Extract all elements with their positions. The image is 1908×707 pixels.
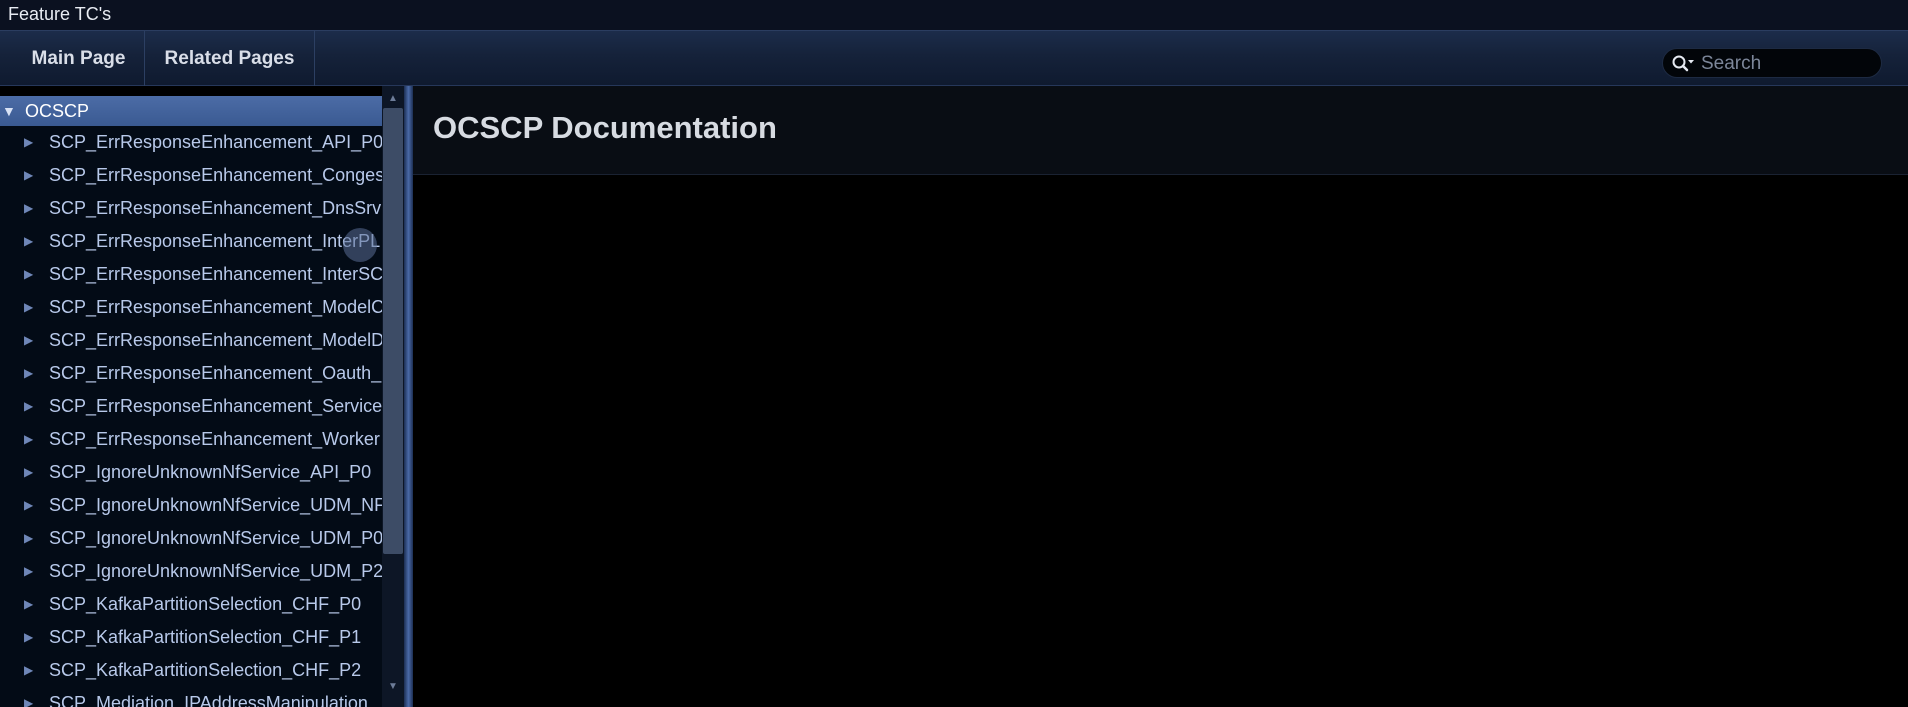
- tree-item-label: SCP_ErrResponseEnhancement_InterSC: [49, 264, 382, 284]
- expand-right-icon[interactable]: ▶: [24, 489, 33, 522]
- tree-item[interactable]: ▶ SCP_IgnoreUnknownNfService_UDM_NF: [0, 489, 382, 522]
- tree-item[interactable]: ▶ SCP_ErrResponseEnhancement_DnsSrv: [0, 192, 382, 225]
- tree-item-label: SCP_ErrResponseEnhancement_ModelD: [49, 330, 382, 350]
- tree-item[interactable]: ▶ SCP_ErrResponseEnhancement_InterSC: [0, 258, 382, 291]
- tree-item[interactable]: ▶ SCP_IgnoreUnknownNfService_UDM_P0: [0, 522, 382, 555]
- tree-item[interactable]: ▶ SCP_Mediation_IPAddressManipulation_: [0, 687, 382, 707]
- expand-right-icon[interactable]: ▶: [24, 687, 33, 707]
- tree-item[interactable]: ▶ SCP_IgnoreUnknownNfService_UDM_P2: [0, 555, 382, 588]
- tree-item[interactable]: ▶ SCP_KafkaPartitionSelection_CHF_P1: [0, 621, 382, 654]
- scrollbar-thumb[interactable]: [383, 108, 403, 554]
- tree-item-label: SCP_IgnoreUnknownNfService_UDM_P2: [49, 561, 382, 581]
- scroll-up-icon[interactable]: ▲: [387, 94, 399, 104]
- expand-right-icon[interactable]: ▶: [24, 357, 33, 390]
- tree-item-label: SCP_ErrResponseEnhancement_API_P0: [49, 132, 382, 152]
- expand-right-icon[interactable]: ▶: [24, 192, 33, 225]
- tree-item[interactable]: ▶ SCP_ErrResponseEnhancement_Oauth_: [0, 357, 382, 390]
- expand-right-icon[interactable]: ▶: [24, 390, 33, 423]
- sync-toggle-icon[interactable]: [343, 228, 377, 262]
- tree-item[interactable]: ▶ SCP_KafkaPartitionSelection_CHF_P2: [0, 654, 382, 687]
- tree-item-label: SCP_ErrResponseEnhancement_Worker: [49, 429, 380, 449]
- expand-right-icon[interactable]: ▶: [24, 621, 33, 654]
- window-title: Feature TC's: [0, 0, 1908, 30]
- expand-right-icon[interactable]: ▶: [24, 159, 33, 192]
- expand-right-icon[interactable]: ▶: [24, 258, 33, 291]
- tree-item-label: SCP_IgnoreUnknownNfService_API_P0: [49, 462, 372, 482]
- tree-item-label: SCP_ErrResponseEnhancement_DnsSrv: [49, 198, 382, 218]
- tree-item[interactable]: ▶ SCP_ErrResponseEnhancement_Worker: [0, 423, 382, 456]
- expand-down-icon[interactable]: ▼: [2, 96, 16, 126]
- tree-item-label: SCP_KafkaPartitionSelection_CHF_P0: [49, 594, 362, 614]
- sidebar-scrollbar[interactable]: ▲ ▼: [382, 86, 404, 707]
- tree-item-label: SCP_IgnoreUnknownNfService_UDM_P0: [49, 528, 382, 548]
- tree-item-label: SCP_ErrResponseEnhancement_ModelC: [49, 297, 382, 317]
- tree-item[interactable]: ▶ SCP_ErrResponseEnhancement_API_P0: [0, 126, 382, 159]
- sidebar-resize-handle[interactable]: [404, 86, 413, 707]
- expand-right-icon[interactable]: ▶: [24, 225, 33, 258]
- expand-right-icon[interactable]: ▶: [24, 126, 33, 159]
- nav-tree: ▼ OCSCP ▶ SCP_ErrResponseEnhancement_API_…: [0, 96, 382, 707]
- tree-root-ocscp[interactable]: ▼ OCSCP: [0, 96, 382, 126]
- tree-item[interactable]: ▶ SCP_KafkaPartitionSelection_CHF_P0: [0, 588, 382, 621]
- search-box[interactable]: [1662, 48, 1882, 78]
- tab-related-pages[interactable]: Related Pages: [145, 31, 315, 86]
- expand-right-icon[interactable]: ▶: [24, 588, 33, 621]
- tree-item-label: SCP_KafkaPartitionSelection_CHF_P2: [49, 660, 362, 680]
- expand-right-icon[interactable]: ▶: [24, 456, 33, 489]
- tree-item-label: SCP_ErrResponseEnhancement_InterPL: [49, 231, 381, 251]
- expand-right-icon[interactable]: ▶: [24, 291, 33, 324]
- search-input[interactable]: [1699, 52, 1879, 76]
- tree-item[interactable]: ▶ SCP_ErrResponseEnhancement_Service: [0, 390, 382, 423]
- tree-root-label: OCSCP: [25, 101, 90, 121]
- tree-item-label: SCP_KafkaPartitionSelection_CHF_P1: [49, 627, 362, 647]
- tree-item[interactable]: ▶ SCP_ErrResponseEnhancement_ModelC: [0, 291, 382, 324]
- top-navbar: Main Page Related Pages: [0, 30, 1908, 86]
- tree-item[interactable]: ▶ SCP_ErrResponseEnhancement_InterPL: [0, 225, 382, 258]
- tree-item[interactable]: ▶ SCP_ErrResponseEnhancement_Conges: [0, 159, 382, 192]
- page-title: OCSCP Documentation: [433, 110, 777, 145]
- expand-right-icon[interactable]: ▶: [24, 522, 33, 555]
- tree-item-label: SCP_ErrResponseEnhancement_Conges: [49, 165, 382, 185]
- expand-right-icon[interactable]: ▶: [24, 423, 33, 456]
- tree-item-label: SCP_ErrResponseEnhancement_Service: [49, 396, 382, 416]
- expand-right-icon[interactable]: ▶: [24, 324, 33, 357]
- expand-right-icon[interactable]: ▶: [24, 654, 33, 687]
- tree-item-label: SCP_Mediation_IPAddressManipulation_: [49, 693, 378, 707]
- tree-item-label: SCP_IgnoreUnknownNfService_UDM_NF: [49, 495, 382, 515]
- tree-item-label: SCP_ErrResponseEnhancement_Oauth_: [49, 363, 382, 383]
- tree-item[interactable]: ▶ SCP_ErrResponseEnhancement_ModelD: [0, 324, 382, 357]
- main-content: OCSCP Documentation: [413, 86, 1908, 707]
- expand-right-icon[interactable]: ▶: [24, 555, 33, 588]
- tab-main-page[interactable]: Main Page: [13, 31, 145, 86]
- search-icon[interactable]: [1671, 54, 1695, 74]
- scroll-down-icon[interactable]: ▼: [387, 682, 399, 692]
- page-header: OCSCP Documentation: [413, 86, 1908, 175]
- tree-item[interactable]: ▶ SCP_IgnoreUnknownNfService_API_P0: [0, 456, 382, 489]
